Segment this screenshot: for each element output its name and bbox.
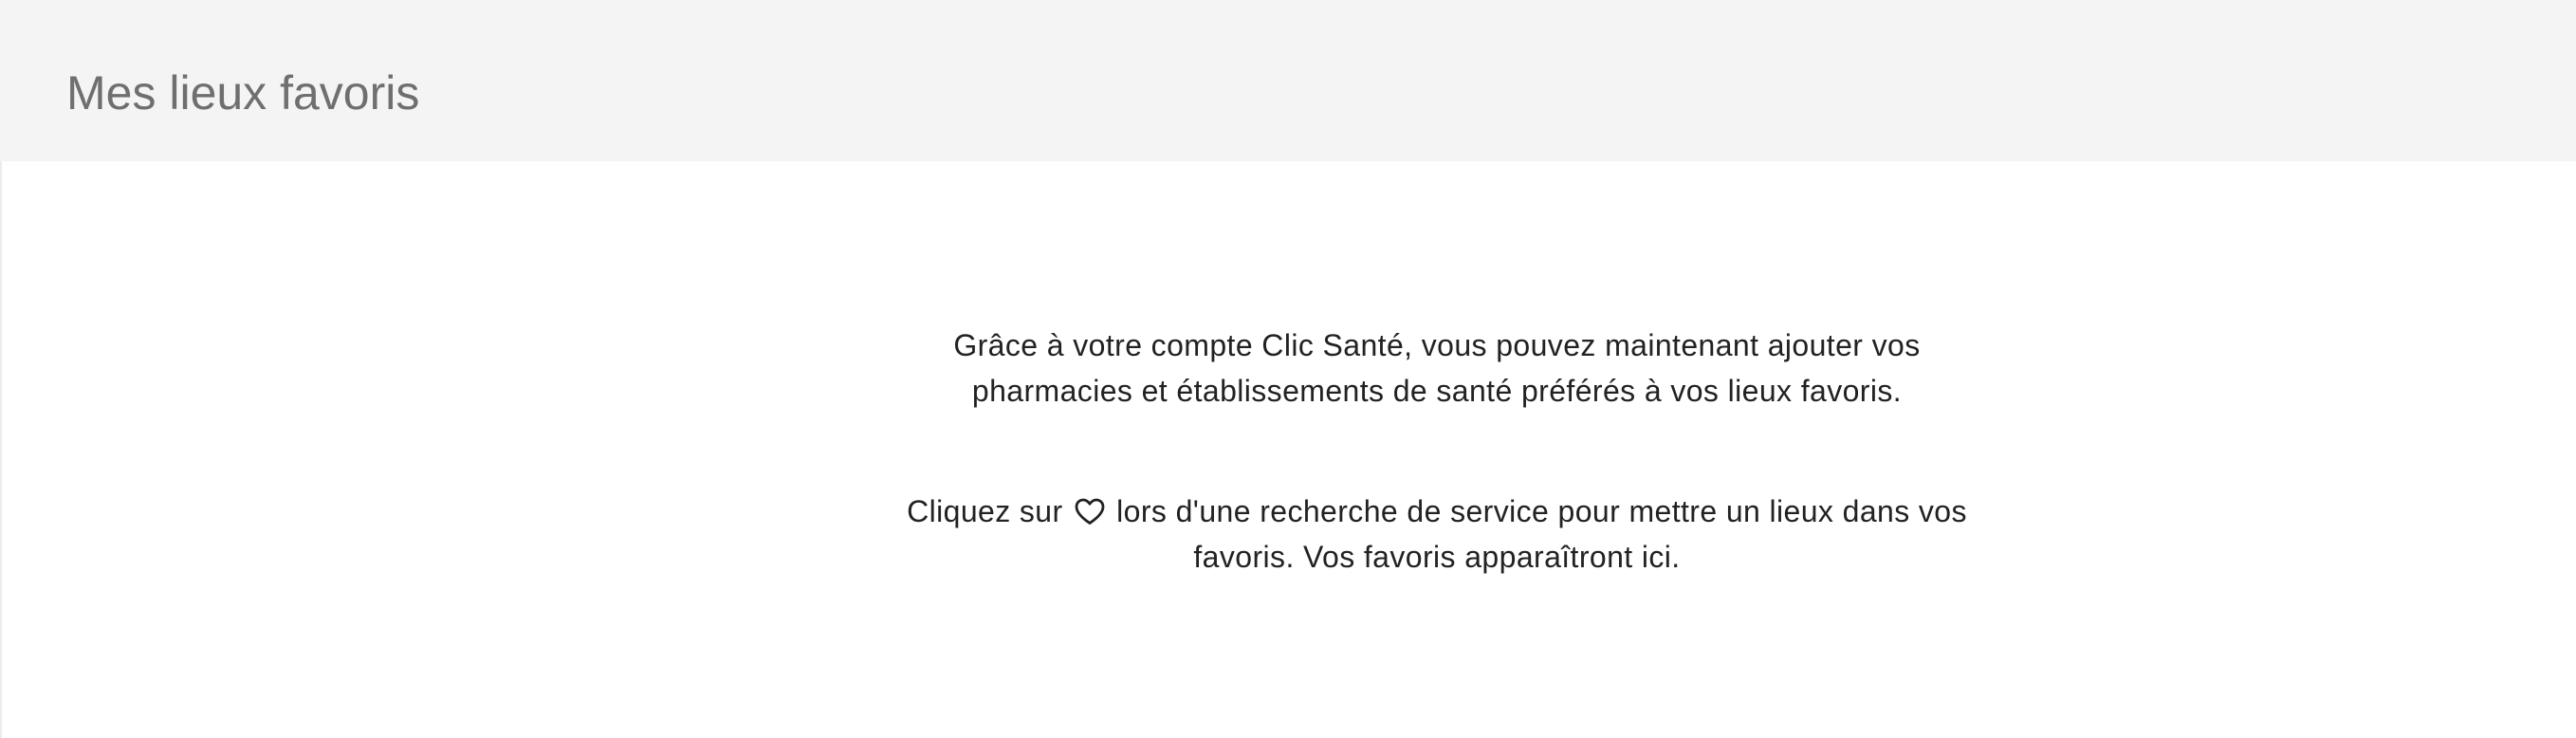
intro-paragraph: Grâce à votre compte Clic Santé, vous po… <box>816 323 2058 414</box>
page-header: Mes lieux favoris <box>0 0 2576 161</box>
favorites-empty-instructions: Cliquez sur lors d'une recherche de serv… <box>816 489 2058 580</box>
favorites-content: Grâce à votre compte Clic Santé, vous po… <box>0 161 2576 738</box>
instruction-paragraph: Cliquez sur lors d'une recherche de serv… <box>816 489 2058 580</box>
page-title: Mes lieux favoris <box>66 66 420 120</box>
instruction-suffix: lors d'une recherche de service pour met… <box>1116 494 1967 528</box>
instruction-line-2: favoris. Vos favoris apparaîtront ici. <box>1193 540 1681 574</box>
intro-line-2: pharmacies et établissements de santé pr… <box>971 374 1903 408</box>
instruction-line-1: Cliquez sur lors d'une recherche de serv… <box>816 489 2058 534</box>
favorites-intro-message: Grâce à votre compte Clic Santé, vous po… <box>816 323 2058 414</box>
instruction-prefix: Cliquez sur <box>907 494 1063 528</box>
heart-outline-icon <box>1074 497 1106 526</box>
favorites-page: Mes lieux favoris Grâce à votre compte C… <box>0 0 2576 738</box>
intro-line-1: Grâce à votre compte Clic Santé, vous po… <box>953 328 1921 362</box>
